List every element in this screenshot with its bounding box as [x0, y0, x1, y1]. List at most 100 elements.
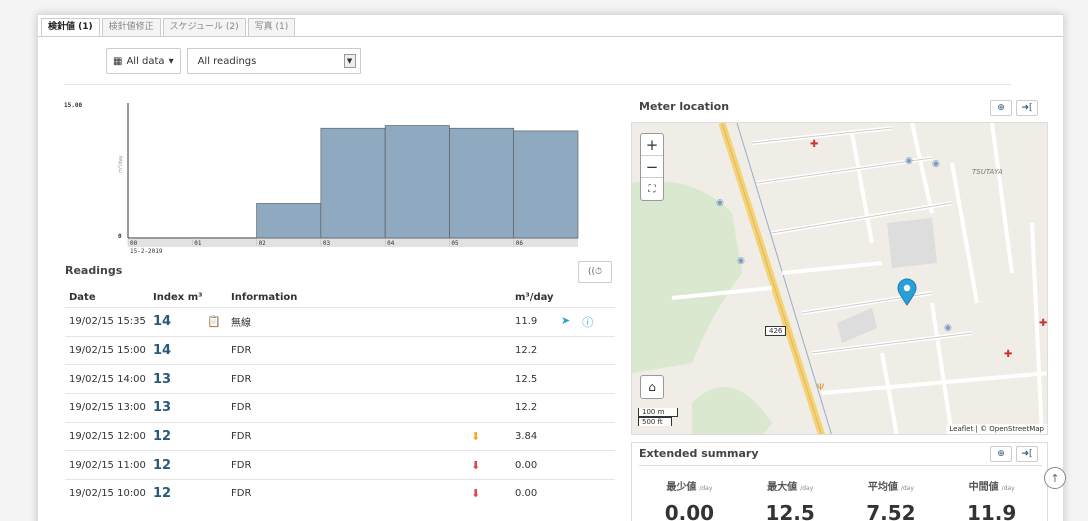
map-center-button[interactable]: ⊕ [990, 100, 1012, 116]
chart-bar[interactable] [256, 203, 322, 239]
arrow-up-icon: ↑ [1050, 471, 1060, 485]
header-rate[interactable]: m³/day [515, 292, 561, 303]
school-icon: ◉ [716, 198, 724, 208]
x-tick-label: 00 [130, 240, 138, 247]
trend-arrow-icon: ⬇ [471, 458, 481, 472]
fullscreen-button[interactable]: ⛶ [641, 178, 663, 200]
stat-max-label: 最大値 [767, 482, 798, 493]
reading-index: 14 [153, 314, 172, 330]
reading-index: 12 [153, 486, 172, 502]
crosshair-icon: ⊕ [997, 103, 1005, 113]
tab-schedule[interactable]: スケジュール (2) [162, 18, 246, 36]
map-attribution[interactable]: Leaflet | © OpenStreetMap [946, 424, 1047, 434]
table-row[interactable]: 19/02/15 12:00 12 FDR ⬇ 3.84 [65, 421, 615, 451]
readings-select-value: All readings [197, 55, 257, 67]
scale-imperial: 500 ft [638, 417, 672, 426]
tab-readings[interactable]: 検針値 (1) [41, 18, 100, 36]
summary-title: Extended summary [639, 447, 759, 460]
navigate-icon[interactable]: ➤ [561, 314, 570, 330]
stat-average: 平均値/day 7.52 [841, 466, 942, 521]
table-row[interactable]: 19/02/15 14:00 13 FDR 12.5 [65, 364, 615, 393]
scroll-to-top-button[interactable]: ↑ [1044, 467, 1066, 489]
y-tick-label: 0 [118, 233, 122, 240]
map-expand-button[interactable]: ➜[ [1016, 100, 1038, 116]
home-icon: ⌂ [648, 380, 656, 394]
reading-date: 19/02/15 15:35 [69, 316, 146, 328]
map-title: Meter location [639, 100, 730, 113]
tab-photos[interactable]: 写真 (1) [247, 18, 296, 36]
table-row[interactable]: 19/02/15 15:00 14 FDR 12.2 [65, 335, 615, 365]
readings-select[interactable]: All readings ▼ [186, 48, 361, 74]
stat-unit: /day [900, 485, 914, 492]
filter-row: ▦ All data ▾ All readings ▼ [106, 48, 361, 74]
reading-information: FDR [231, 345, 252, 357]
reading-date: 19/02/15 15:00 [69, 345, 146, 357]
data-range-button[interactable]: ▦ All data ▾ [106, 48, 181, 74]
x-tick-label: 02 [259, 240, 267, 247]
chart-bar[interactable] [320, 127, 386, 239]
trend-arrow-icon: ⬇ [471, 487, 481, 501]
header-date[interactable]: Date [65, 292, 153, 303]
table-row[interactable]: 19/02/15 11:00 12 FDR ⬇ 0.00 [65, 450, 615, 479]
tab-reading-correction[interactable]: 検針値修正 [101, 18, 161, 36]
refresh-button[interactable]: ((⏱ [578, 261, 612, 283]
reading-index: 12 [153, 429, 172, 445]
summary-stats: 最少値/day 0.00 最大値/day 12.5 平均値/day 7.52 中… [639, 465, 1042, 521]
calendar-icon: ▦ [113, 55, 123, 67]
school-icon: ◉ [944, 323, 952, 333]
caret-down-icon: ▾ [168, 55, 174, 67]
reading-index: 13 [153, 371, 172, 387]
chart-bar[interactable] [449, 127, 515, 239]
readings-table: Date Index m³ Information m³/day 19/02/1… [65, 287, 615, 508]
summary-expand-button[interactable]: ➜[ [1016, 446, 1038, 462]
tab-bar: 検針値 (1) 検針値修正 スケジュール (2) 写真 (1) [41, 18, 297, 36]
x-tick-label: 05 [451, 240, 459, 247]
reading-index: 14 [153, 343, 172, 359]
stat-average-label: 平均値 [867, 482, 898, 493]
chart-bar[interactable] [384, 125, 450, 239]
stat-unit: /day [800, 485, 814, 492]
table-header: Date Index m³ Information m³/day [65, 287, 615, 307]
stat-unit: /day [1001, 485, 1015, 492]
hospital-icon: ✚ [810, 139, 819, 150]
reading-rate: 12.2 [515, 402, 538, 414]
stat-median-value: 11.9 [966, 501, 1017, 521]
x-tick-label: 03 [323, 240, 331, 247]
header-information[interactable]: Information [231, 292, 471, 303]
data-range-label: All data [126, 55, 165, 67]
school-icon: ◉ [905, 156, 913, 166]
stat-average-value: 7.52 [866, 501, 916, 521]
stat-max-value: 12.5 [765, 501, 815, 521]
summary-center-button[interactable]: ⊕ [990, 446, 1012, 462]
place-label: TSUTAYA [972, 168, 1003, 176]
map-view[interactable]: 426 TSUTAYA ✚ ✚ ✚ ◉ ◉ ◉ ◉ ◉ Ψ + − ⛶ ⌂ 10… [631, 122, 1048, 435]
chart-svg: 00 01 02 03 04 05 06 15-2-2019 15.00 0 m³/day [64, 102, 579, 255]
zoom-out-button[interactable]: − [641, 156, 663, 178]
info-icon[interactable]: ⓘ [582, 314, 593, 330]
table-row[interactable]: 19/02/15 10:00 12 FDR ⬇ 0.00 [65, 479, 615, 508]
stat-min-label: 最少値 [666, 482, 697, 493]
header-index[interactable]: Index m³ [153, 292, 207, 303]
device-icon: 📋 [207, 315, 221, 329]
home-button[interactable]: ⌂ [640, 375, 664, 399]
stat-min-value: 0.00 [664, 501, 715, 521]
expand-icon: ➜[ [1021, 449, 1033, 459]
reading-date: 19/02/15 13:00 [69, 402, 146, 414]
table-row[interactable]: 19/02/15 13:00 13 FDR 12.2 [65, 393, 615, 422]
x-tick-label: 06 [516, 240, 524, 247]
tab-divider [38, 36, 1063, 37]
zoom-in-button[interactable]: + [641, 134, 663, 156]
x-date-label: 15-2-2019 [130, 248, 163, 255]
meter-marker-icon[interactable] [897, 278, 917, 306]
reading-rate: 0.00 [515, 488, 538, 500]
reading-index: 13 [153, 400, 172, 416]
table-row[interactable]: 19/02/15 15:35 14 📋 無線 11.9 ➤ ⓘ [65, 307, 615, 336]
reading-date: 19/02/15 10:00 [69, 488, 146, 500]
select-arrow-icon[interactable]: ▼ [343, 54, 356, 68]
chart-bar[interactable] [513, 130, 579, 239]
trend-arrow-icon: ⬇ [471, 430, 481, 444]
reading-rate: 11.9 [515, 316, 538, 328]
reading-information: FDR [231, 488, 252, 500]
divider [64, 84, 1011, 85]
reading-index: 12 [153, 457, 172, 473]
